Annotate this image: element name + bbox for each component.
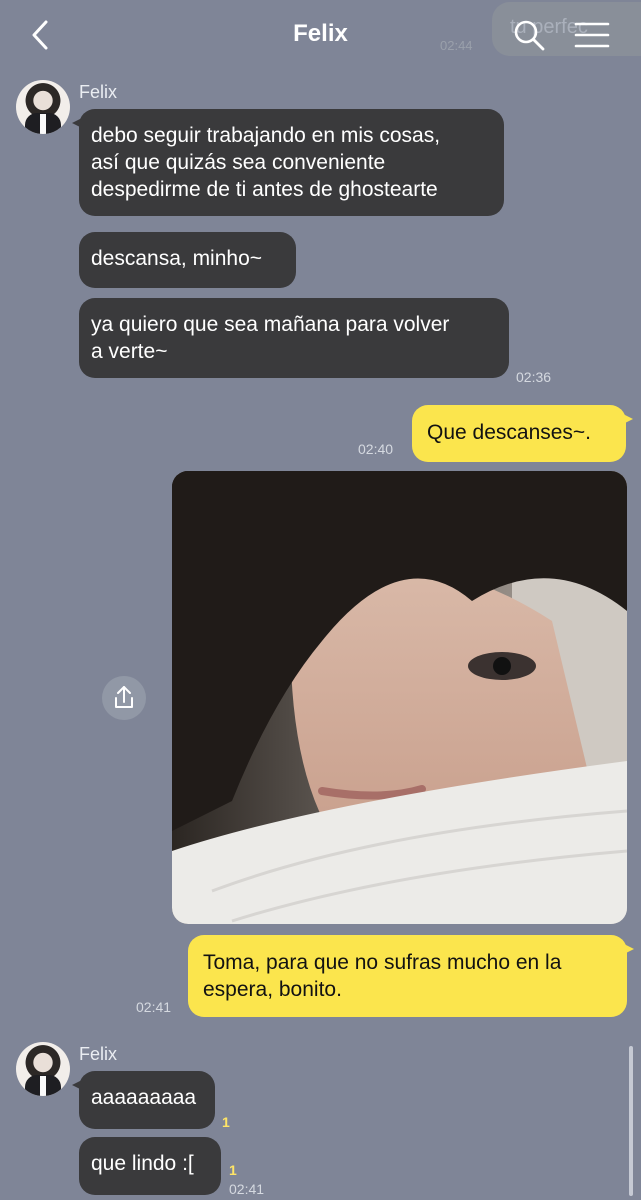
message-time: 02:41 <box>229 1181 265 1197</box>
scrollbar[interactable] <box>629 1046 633 1196</box>
sender-name: Felix <box>79 1044 118 1064</box>
avatar[interactable] <box>16 80 70 134</box>
incoming-message[interactable]: ya quiero que sea mañana para volver a v… <box>79 298 509 378</box>
chat-header: tu perfec 02:44 Felix <box>0 0 641 70</box>
search-icon[interactable] <box>512 18 546 52</box>
message-time: 02:41 <box>136 999 172 1015</box>
avatar[interactable] <box>16 1042 70 1096</box>
incoming-message[interactable]: que lindo :[ <box>79 1137 221 1195</box>
message-time: 02:40 <box>358 441 394 457</box>
message-time: 02:36 <box>516 369 552 385</box>
outgoing-message[interactable]: Toma, para que no sufras mucho en la esp… <box>188 935 634 1017</box>
incoming-message[interactable]: debo seguir trabajando en mis cosas, así… <box>72 109 504 216</box>
incoming-message[interactable]: aaaaaaaaa <box>72 1071 215 1129</box>
avatar-shirt <box>40 114 46 134</box>
sender-name: Felix <box>79 82 118 102</box>
unread-count: 1 <box>229 1162 237 1178</box>
photo-content <box>172 471 627 924</box>
share-button[interactable] <box>102 676 146 720</box>
unread-count: 1 <box>222 1114 230 1130</box>
hamburger-menu-icon[interactable] <box>574 20 610 50</box>
incoming-message[interactable]: descansa, minho~ <box>79 232 296 288</box>
avatar-shirt <box>40 1076 46 1096</box>
outgoing-message[interactable]: Que descanses~. <box>412 405 633 462</box>
shared-photo[interactable] <box>172 471 627 924</box>
share-upload-icon <box>115 686 133 708</box>
